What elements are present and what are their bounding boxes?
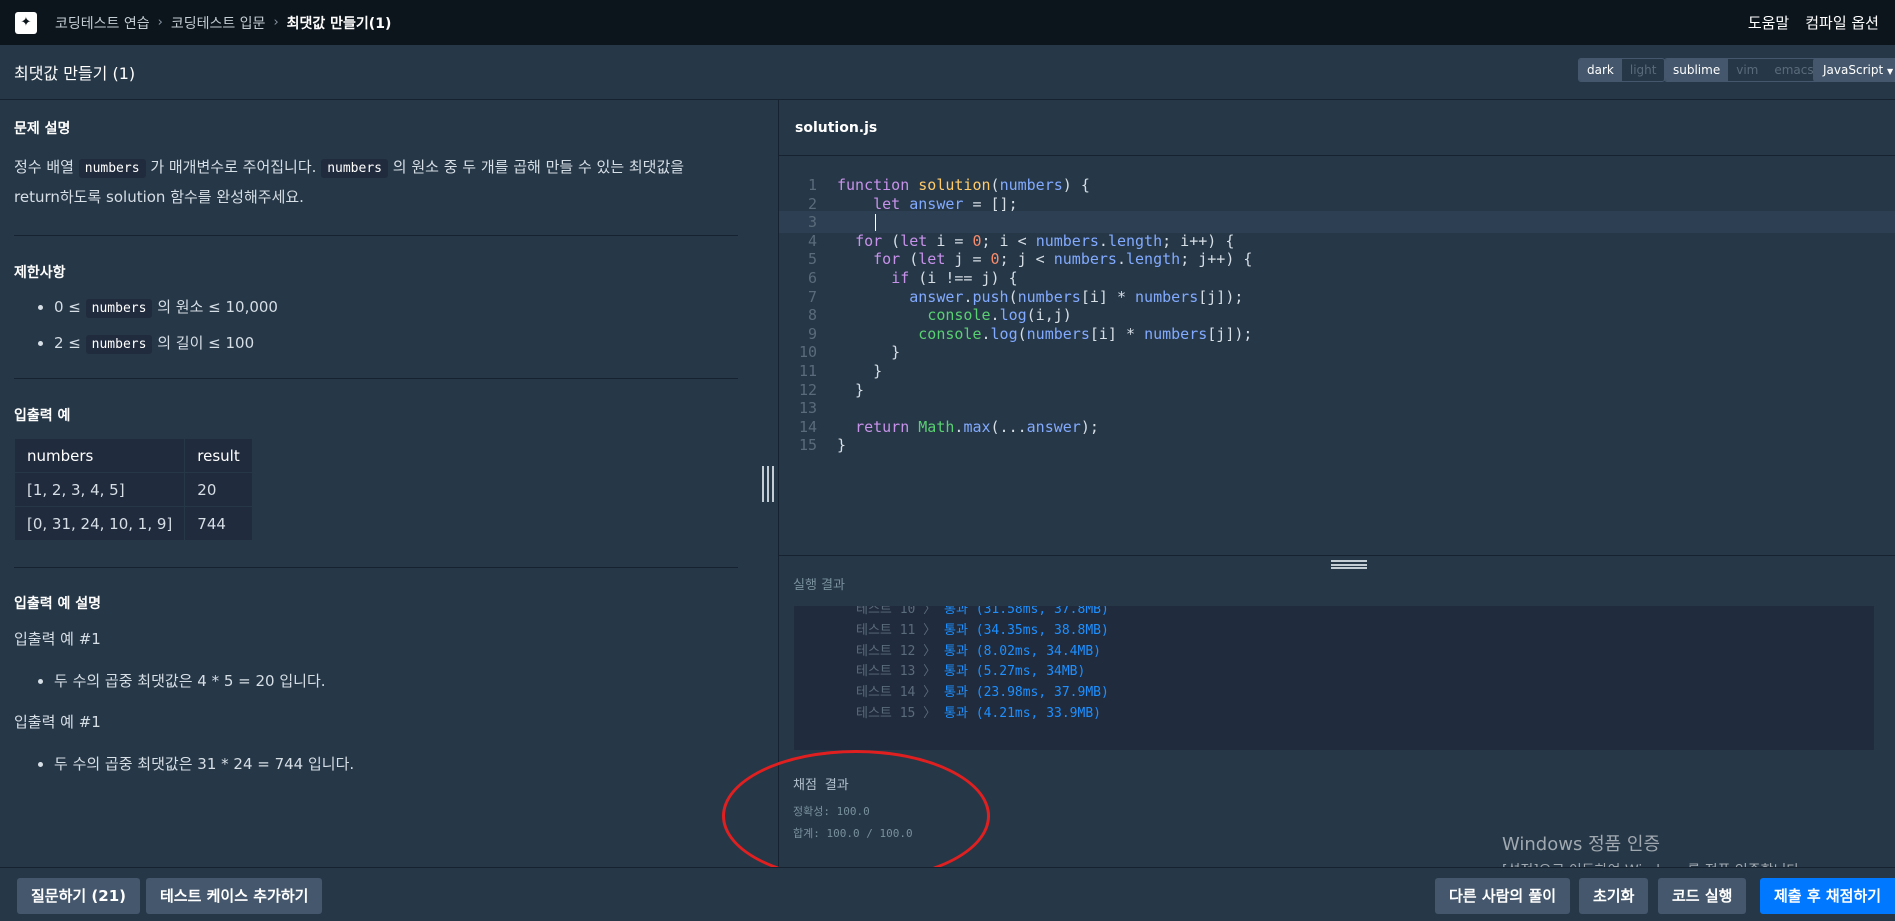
example-1-list: 두 수의 곱중 최댓값은 4 * 5 = 20 입니다. — [14, 664, 734, 698]
chevron-right-icon: › — [157, 15, 163, 30]
code-line[interactable]: 15} — [779, 434, 1895, 456]
constraint-text: 2 ≤ — [54, 334, 86, 352]
constraint-text: 0 ≤ — [54, 298, 86, 316]
inline-code: numbers — [78, 159, 146, 178]
test-name: 테스트 14 〉 — [856, 685, 945, 701]
language-select[interactable]: JavaScript ▼ — [1813, 58, 1895, 82]
help-link[interactable]: 도움말 — [1748, 12, 1789, 33]
inline-code: numbers — [321, 159, 388, 178]
editor-filename: solution.js — [795, 120, 878, 136]
chevron-right-icon: › — [273, 15, 279, 30]
panel-resize-handle[interactable] — [762, 466, 774, 502]
table-row: [1, 2, 3, 4, 5] 20 — [13, 472, 253, 507]
section-title-description: 문제 설명 — [14, 121, 71, 137]
submit-button[interactable]: 제출 후 채점하기 — [1760, 878, 1895, 914]
table-row: [0, 31, 24, 10, 1, 9] 744 — [13, 506, 253, 541]
bottom-action-bar: 질문하기 (21) 테스트 케이스 추가하기 다른 사람의 풀이 초기화 코드 … — [0, 867, 1895, 921]
ask-question-button[interactable]: 질문하기 (21) — [17, 878, 141, 914]
table-cell: 744 — [184, 506, 253, 541]
example-2-title: 입출력 예 #1 — [14, 713, 101, 731]
test-name: 테스트 12 〉 — [856, 643, 945, 659]
test-outcome: 통과 (5.27ms, 34MB) — [944, 664, 1086, 680]
theme-dark-option[interactable]: dark — [1579, 59, 1622, 81]
example-2-list: 두 수의 곱중 최댓값은 31 * 24 = 744 입니다. — [14, 747, 734, 781]
result-title: 실행 결과 — [793, 578, 845, 593]
test-results-box[interactable]: 테스트 10 〉 통과 (31.58ms, 37.8MB) 테스트 11 〉 통과… — [794, 606, 1874, 750]
list-item: 0 ≤ numbers 의 원소 ≤ 10,000 — [54, 290, 734, 326]
table-header-cell: numbers — [13, 438, 186, 473]
others-solutions-button[interactable]: 다른 사람의 풀이 — [1435, 878, 1571, 914]
caret-down-icon: ▼ — [1886, 67, 1894, 76]
breadcrumb-item-current: 최댓값 만들기(1) — [286, 15, 392, 32]
test-outcome: 통과 (4.21ms, 33.9MB) — [944, 706, 1101, 721]
test-outcome: 통과 (23.98ms, 37.9MB) — [944, 685, 1109, 701]
list-item: 2 ≤ numbers 의 길이 ≤ 100 — [54, 326, 734, 362]
test-name: 테스트 13 〉 — [856, 664, 945, 680]
table-cell: [0, 31, 24, 10, 1, 9] — [13, 506, 186, 541]
divider — [14, 235, 738, 236]
test-name: 테스트 10 〉 — [856, 606, 945, 617]
compile-options-link[interactable]: 컴파일 옵션 — [1805, 12, 1879, 33]
theme-toggle: dark light — [1578, 58, 1666, 82]
problem-description-panel: 문제 설명 정수 배열 numbers 가 매개변수로 주어집니다. numbe… — [0, 100, 778, 867]
text-cursor — [875, 214, 876, 232]
keymap-sublime-option[interactable]: sublime — [1665, 59, 1729, 81]
example-1-title: 입출력 예 #1 — [14, 630, 101, 648]
section-title-example-explanation: 입출력 예 설명 — [14, 596, 102, 612]
inline-code: numbers — [85, 299, 153, 318]
description-text: 정수 배열 numbers 가 매개변수로 주어집니다. numbers 의 원… — [14, 153, 684, 212]
example-table: numbers result [1, 2, 3, 4, 5] 20 [0, 31… — [13, 438, 253, 541]
description-text-part: 가 매개변수로 주어집니다. — [145, 158, 322, 176]
top-nav: ✦ 코딩테스트 연습 › 코딩테스트 입문 › 최댓값 만들기(1) 도움말 컴… — [0, 0, 1895, 45]
line-number: 15 — [798, 436, 817, 455]
reset-button[interactable]: 초기화 — [1579, 878, 1649, 914]
breadcrumb-item-intro[interactable]: 코딩테스트 입문 — [171, 13, 266, 33]
constraint-text: 의 원소 ≤ 10,000 — [152, 298, 278, 316]
code-editor-panel: solution.js 1 function solution(numbers) … — [778, 100, 1895, 555]
test-name: 테스트 15 〉 — [856, 706, 945, 721]
keymap-toggle: sublime vim emacs — [1664, 58, 1823, 82]
watermark-title: Windows 정품 인증 — [1502, 834, 1661, 855]
red-annotation-circle — [722, 750, 990, 882]
test-result-row: 테스트 15 〉 통과 (4.21ms, 33.9MB) — [856, 702, 1101, 726]
section-title-examples: 입출력 예 — [14, 408, 71, 424]
list-item: 두 수의 곱중 최댓값은 4 * 5 = 20 입니다. — [54, 664, 734, 698]
table-header-row: numbers result — [13, 438, 253, 473]
breadcrumb-item-practice[interactable]: 코딩테스트 연습 — [55, 13, 150, 33]
challenge-title-bar: 최댓값 만들기 (1) dark light sublime vim emacs… — [0, 45, 1895, 100]
add-testcase-button[interactable]: 테스트 케이스 추가하기 — [146, 878, 323, 914]
inline-code: numbers — [85, 335, 153, 354]
code-editor[interactable]: 1 function solution(numbers) {2 let answe… — [779, 155, 1895, 555]
programmers-logo-icon[interactable]: ✦ — [15, 11, 37, 34]
constraints-list: 0 ≤ numbers 의 원소 ≤ 10,000 2 ≤ numbers 의 … — [14, 290, 734, 362]
table-cell: [1, 2, 3, 4, 5] — [13, 472, 186, 507]
description-text-part: 정수 배열 — [14, 158, 79, 176]
divider — [14, 567, 738, 568]
breadcrumb: 코딩테스트 연습 › 코딩테스트 입문 › 최댓값 만들기(1) — [55, 13, 391, 33]
test-name: 테스트 11 〉 — [856, 622, 945, 638]
section-title-constraints: 제한사항 — [14, 265, 66, 281]
language-select-value: JavaScript — [1823, 63, 1884, 77]
code-line-text: } — [837, 436, 847, 455]
test-outcome: 통과 (8.02ms, 34.4MB) — [944, 643, 1101, 659]
divider — [14, 378, 738, 379]
test-outcome: 통과 (34.35ms, 38.8MB) — [944, 622, 1109, 638]
run-code-button[interactable]: 코드 실행 — [1658, 878, 1747, 914]
constraint-text: 의 길이 ≤ 100 — [152, 334, 255, 352]
table-cell: 20 — [184, 472, 253, 507]
test-outcome: 통과 (31.58ms, 37.8MB) — [944, 606, 1109, 617]
table-header-cell: result — [184, 438, 253, 473]
list-item: 두 수의 곱중 최댓값은 31 * 24 = 744 입니다. — [54, 747, 734, 781]
keymap-vim-option[interactable]: vim — [1728, 59, 1766, 81]
description-text-part: 의 원소 중 두 개를 곱해 만들 수 있는 최댓값을 — [388, 158, 685, 176]
theme-light-option[interactable]: light — [1622, 59, 1665, 81]
page-title: 최댓값 만들기 (1) — [14, 64, 136, 83]
description-text-part: return하도록 solution 함수를 완성해주세요. — [14, 188, 304, 206]
result-resize-handle[interactable] — [1331, 560, 1367, 569]
